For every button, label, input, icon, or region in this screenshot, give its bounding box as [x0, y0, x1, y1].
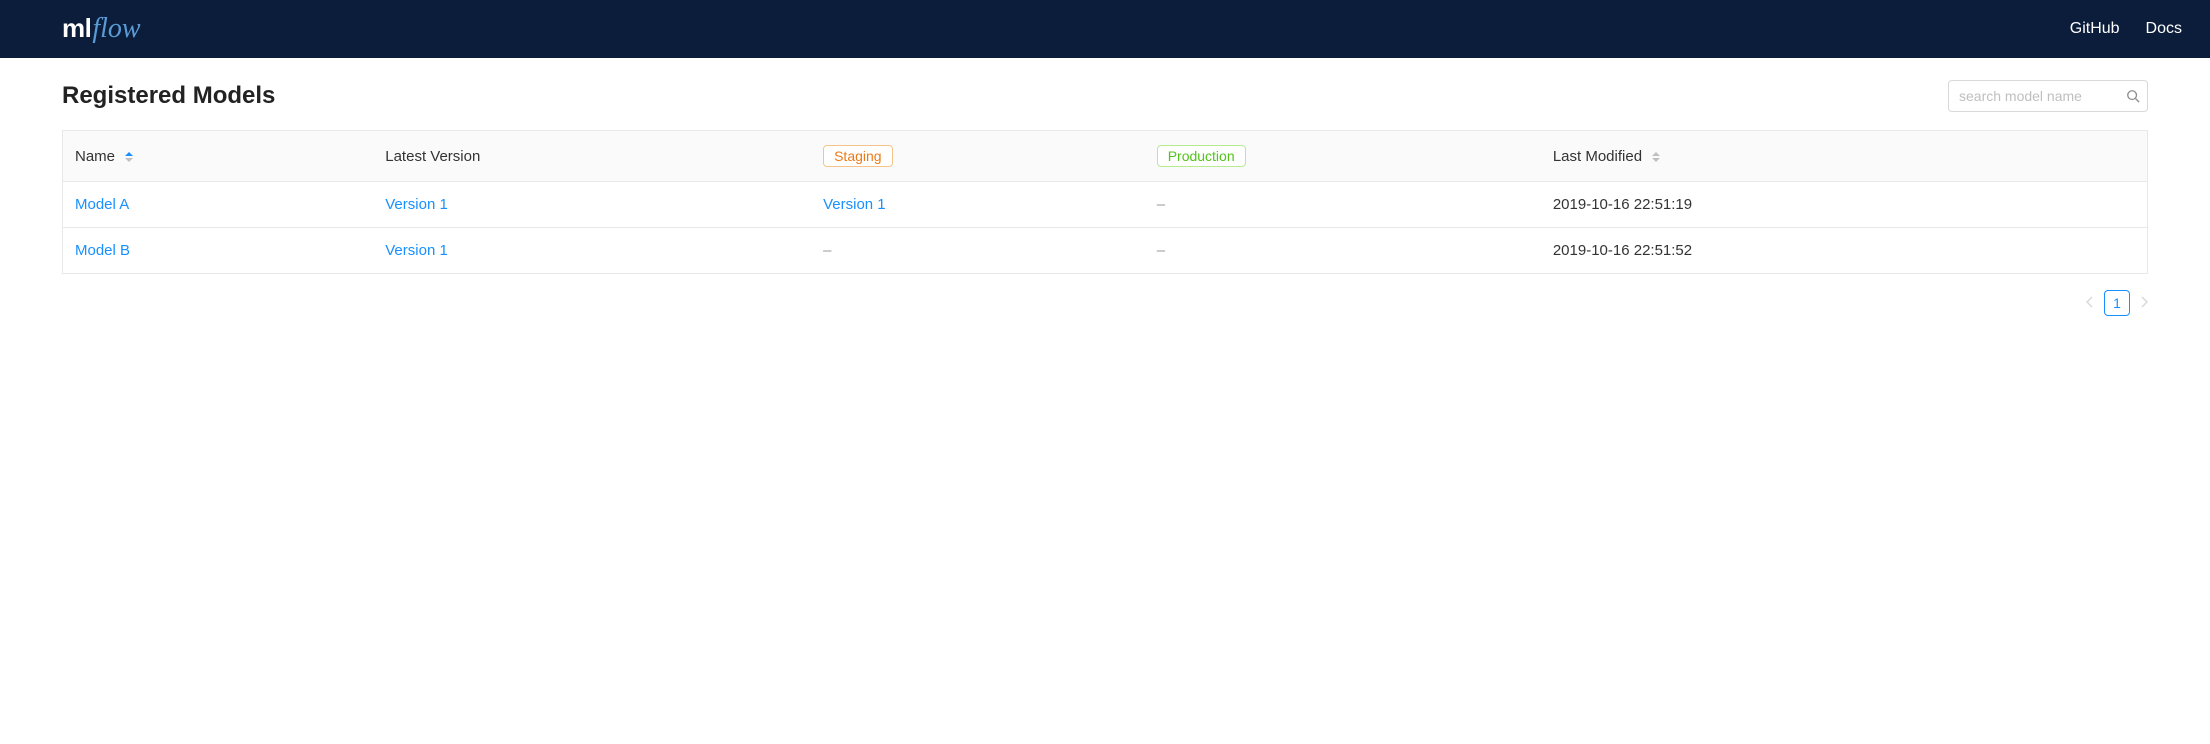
latest-version-link[interactable]: Version 1 — [385, 196, 448, 213]
col-header-latest-version-label: Latest Version — [385, 148, 480, 165]
nav-links: GitHub Docs — [2070, 20, 2182, 38]
sort-icon — [125, 152, 133, 162]
pagination-next[interactable] — [2140, 295, 2148, 311]
caret-down-icon — [1652, 158, 1660, 162]
caret-down-icon — [125, 158, 133, 162]
col-header-staging[interactable]: Staging — [813, 131, 1147, 182]
sort-icon — [1652, 152, 1660, 162]
docs-link[interactable]: Docs — [2146, 20, 2182, 38]
model-name-link[interactable]: Model B — [75, 242, 130, 259]
staging-tag: Staging — [823, 145, 892, 167]
caret-up-icon — [125, 152, 133, 156]
github-link[interactable]: GitHub — [2070, 20, 2120, 38]
logo-flow: flow — [92, 13, 140, 45]
last-modified: 2019-10-16 22:51:19 — [1553, 196, 1692, 213]
topbar: ml flow GitHub Docs — [0, 0, 2210, 58]
col-header-last-modified-label: Last Modified — [1553, 148, 1642, 165]
search-icon — [2126, 89, 2140, 103]
logo[interactable]: ml flow — [62, 13, 141, 45]
production-tag: Production — [1157, 145, 1246, 167]
table-header-row: Name Latest Version Staging Production L — [63, 131, 2148, 182]
logo-ml: ml — [62, 13, 91, 44]
staging-version: – — [823, 242, 831, 259]
pagination-prev[interactable] — [2086, 295, 2094, 311]
production-version: – — [1157, 196, 1165, 213]
col-header-latest-version[interactable]: Latest Version — [375, 131, 813, 182]
col-header-production[interactable]: Production — [1147, 131, 1543, 182]
page-title: Registered Models — [62, 82, 275, 110]
page-content: Registered Models Name Latest Version — [0, 58, 2210, 316]
table-row: Model A Version 1 Version 1 – 2019-10-16… — [63, 182, 2148, 228]
col-header-name[interactable]: Name — [63, 131, 376, 182]
search-wrap — [1948, 80, 2148, 112]
latest-version-link[interactable]: Version 1 — [385, 242, 448, 259]
col-header-last-modified[interactable]: Last Modified — [1543, 131, 2148, 182]
pagination: 1 — [62, 290, 2148, 316]
table-row: Model B Version 1 – – 2019-10-16 22:51:5… — [63, 228, 2148, 274]
chevron-right-icon — [2140, 296, 2148, 308]
pagination-page[interactable]: 1 — [2104, 290, 2130, 316]
last-modified: 2019-10-16 22:51:52 — [1553, 242, 1692, 259]
production-version: – — [1157, 242, 1165, 259]
staging-version-link[interactable]: Version 1 — [823, 196, 886, 213]
col-header-name-label: Name — [75, 148, 115, 165]
models-table: Name Latest Version Staging Production L — [62, 130, 2148, 274]
chevron-left-icon — [2086, 296, 2094, 308]
caret-up-icon — [1652, 152, 1660, 156]
model-name-link[interactable]: Model A — [75, 196, 129, 213]
page-head: Registered Models — [62, 80, 2148, 112]
search-input[interactable] — [1948, 80, 2148, 112]
